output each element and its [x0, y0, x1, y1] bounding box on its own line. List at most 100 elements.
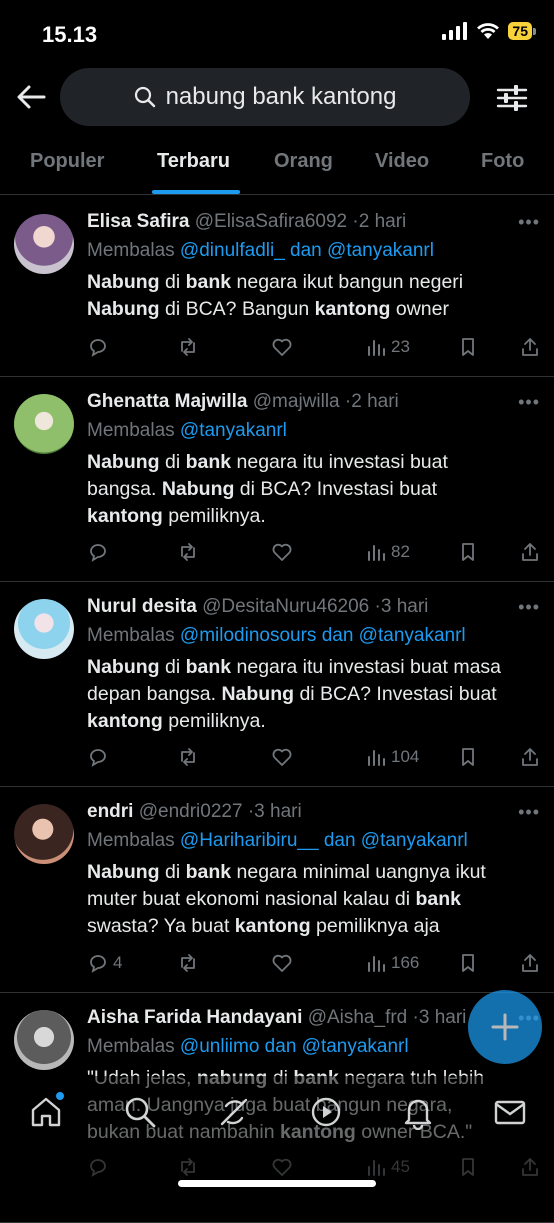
tweet-text: Nabung di bank negara ikut bangun negeri… [87, 271, 464, 320]
bookmark-button[interactable] [457, 746, 479, 768]
notifications-bell-icon[interactable] [400, 1094, 436, 1130]
views-count: 23 [391, 337, 410, 356]
avatar[interactable] [14, 804, 74, 864]
like-button[interactable] [271, 336, 293, 358]
reply-button[interactable] [87, 336, 113, 358]
bookmark-button[interactable] [457, 952, 479, 974]
display-name[interactable]: endri [87, 801, 133, 822]
search-icon [134, 86, 155, 108]
tab-terbaru[interactable]: Terbaru [157, 150, 230, 173]
retweet-icon [181, 748, 195, 766]
timestamp[interactable]: 3 hari [419, 1007, 467, 1028]
timestamp[interactable]: 3 hari [254, 801, 302, 822]
views-button[interactable]: 23 [365, 336, 410, 358]
reply-prefix: Membalas [87, 830, 180, 851]
bookmark-icon [462, 543, 474, 561]
reply-button[interactable] [87, 541, 113, 563]
tweet-body: Nurul desita @DesitaNuru46206 ·3 hari Me… [87, 595, 540, 735]
share-button[interactable] [519, 952, 541, 974]
reply-prefix: Membalas [87, 1036, 180, 1057]
like-button[interactable] [271, 541, 293, 563]
handle[interactable]: @ElisaSafira6092 [195, 211, 347, 232]
handle[interactable]: @majwilla [253, 391, 340, 412]
reply-button[interactable]: 4 [87, 952, 122, 974]
handle[interactable]: @DesitaNuru46206 [202, 596, 369, 617]
tab-orang[interactable]: Orang [274, 150, 333, 173]
handle[interactable]: @endri0227 [139, 801, 243, 822]
display-name[interactable]: Aisha Farida Handayani [87, 1007, 302, 1028]
grok-icon[interactable] [216, 1094, 252, 1130]
search-icon[interactable] [122, 1094, 158, 1130]
retweet-button[interactable] [177, 746, 199, 768]
views-count: 166 [391, 953, 420, 972]
tab-foto[interactable]: Foto [481, 150, 524, 173]
reply-context: Membalas @dinulfadli_ dan @tanyakanrl [87, 239, 540, 263]
heart-icon [272, 338, 292, 356]
avatar[interactable] [14, 394, 74, 454]
compose-post-button[interactable] [468, 990, 542, 1064]
status-time: 15.13 [42, 22, 98, 47]
search-tabs: Populer Terbaru Orang Video Foto [0, 130, 554, 195]
views-button[interactable]: 82 [365, 541, 410, 563]
heart-icon [272, 543, 292, 561]
tab-populer[interactable]: Populer [30, 150, 104, 173]
views-count: 104 [391, 747, 420, 766]
reply-icon [90, 339, 106, 357]
handle[interactable]: @Aisha_frd [308, 1007, 408, 1028]
avatar[interactable] [14, 1010, 74, 1070]
tweet[interactable]: ••• Nurul desita @DesitaNuru46206 ·3 har… [0, 581, 554, 787]
share-button[interactable] [519, 746, 541, 768]
back-arrow-icon[interactable] [14, 80, 48, 114]
tweet-header: Nurul desita @DesitaNuru46206 ·3 hari [87, 595, 540, 619]
timestamp[interactable]: 3 hari [381, 596, 429, 617]
status-bar: 15.13 75 [0, 0, 554, 66]
reply-mentions[interactable]: @dinulfadli_ dan @tanyakanrl [180, 240, 434, 261]
bookmark-button[interactable] [457, 336, 479, 358]
like-button[interactable] [271, 746, 293, 768]
views-button[interactable]: 104 [365, 746, 419, 768]
share-button[interactable] [519, 336, 541, 358]
active-tab-indicator [152, 190, 240, 194]
avatar[interactable] [14, 599, 74, 659]
reply-count: 4 [113, 953, 123, 972]
tweet-text: Nabung di bank negara itu investasi buat… [87, 451, 448, 527]
search-header: nabung bank kantong [0, 66, 554, 130]
reply-context: Membalas @Hariharibiru__ dan @tanyakanrl [87, 829, 540, 853]
search-query: nabung bank kantong [165, 83, 397, 110]
filter-sliders-icon[interactable] [496, 82, 528, 114]
tweet-header: Elisa Safira @ElisaSafira6092 ·2 hari [87, 210, 540, 234]
reply-mentions[interactable]: @tanyakanrl [180, 420, 287, 441]
bookmark-icon [462, 338, 474, 356]
avatar[interactable] [14, 214, 74, 274]
display-name[interactable]: Ghenatta Majwilla [87, 391, 247, 412]
battery-indicator: 75 [508, 22, 536, 40]
retweet-button[interactable] [177, 336, 199, 358]
reply-button[interactable] [87, 746, 113, 768]
messages-envelope-icon[interactable] [492, 1094, 528, 1130]
retweet-button[interactable] [177, 541, 199, 563]
reply-mentions[interactable]: @Hariharibiru__ dan @tanyakanrl [180, 830, 468, 851]
tweet[interactable]: ••• endri @endri0227 ·3 hari Membalas @H… [0, 786, 554, 993]
reply-prefix: Membalas [87, 240, 180, 261]
views-button[interactable]: 166 [365, 952, 419, 974]
reply-prefix: Membalas [87, 625, 180, 646]
reply-prefix: Membalas [87, 420, 180, 441]
communities-play-icon[interactable] [308, 1094, 344, 1130]
tweet[interactable]: ••• Elisa Safira @ElisaSafira6092 ·2 har… [0, 196, 554, 377]
timestamp[interactable]: 2 hari [351, 391, 399, 412]
bookmark-button[interactable] [457, 541, 479, 563]
like-button[interactable] [271, 952, 293, 974]
display-name[interactable]: Elisa Safira [87, 211, 189, 232]
tab-video[interactable]: Video [375, 150, 429, 173]
wifi-icon [477, 23, 500, 39]
share-button[interactable] [519, 541, 541, 563]
tweet-actions: 104 [87, 745, 540, 769]
timestamp[interactable]: 2 hari [359, 211, 407, 232]
reply-mentions[interactable]: @milodinosours dan @tanyakanrl [180, 625, 466, 646]
tweet-body: endri @endri0227 ·3 hari Membalas @Harih… [87, 800, 540, 940]
reply-mentions[interactable]: @unliimo dan @tanyakanrl [180, 1036, 409, 1057]
retweet-button[interactable] [177, 952, 199, 974]
display-name[interactable]: Nurul desita [87, 596, 197, 617]
tweet[interactable]: ••• Ghenatta Majwilla @majwilla ·2 hari … [0, 376, 554, 582]
search-input[interactable]: nabung bank kantong [60, 68, 470, 126]
